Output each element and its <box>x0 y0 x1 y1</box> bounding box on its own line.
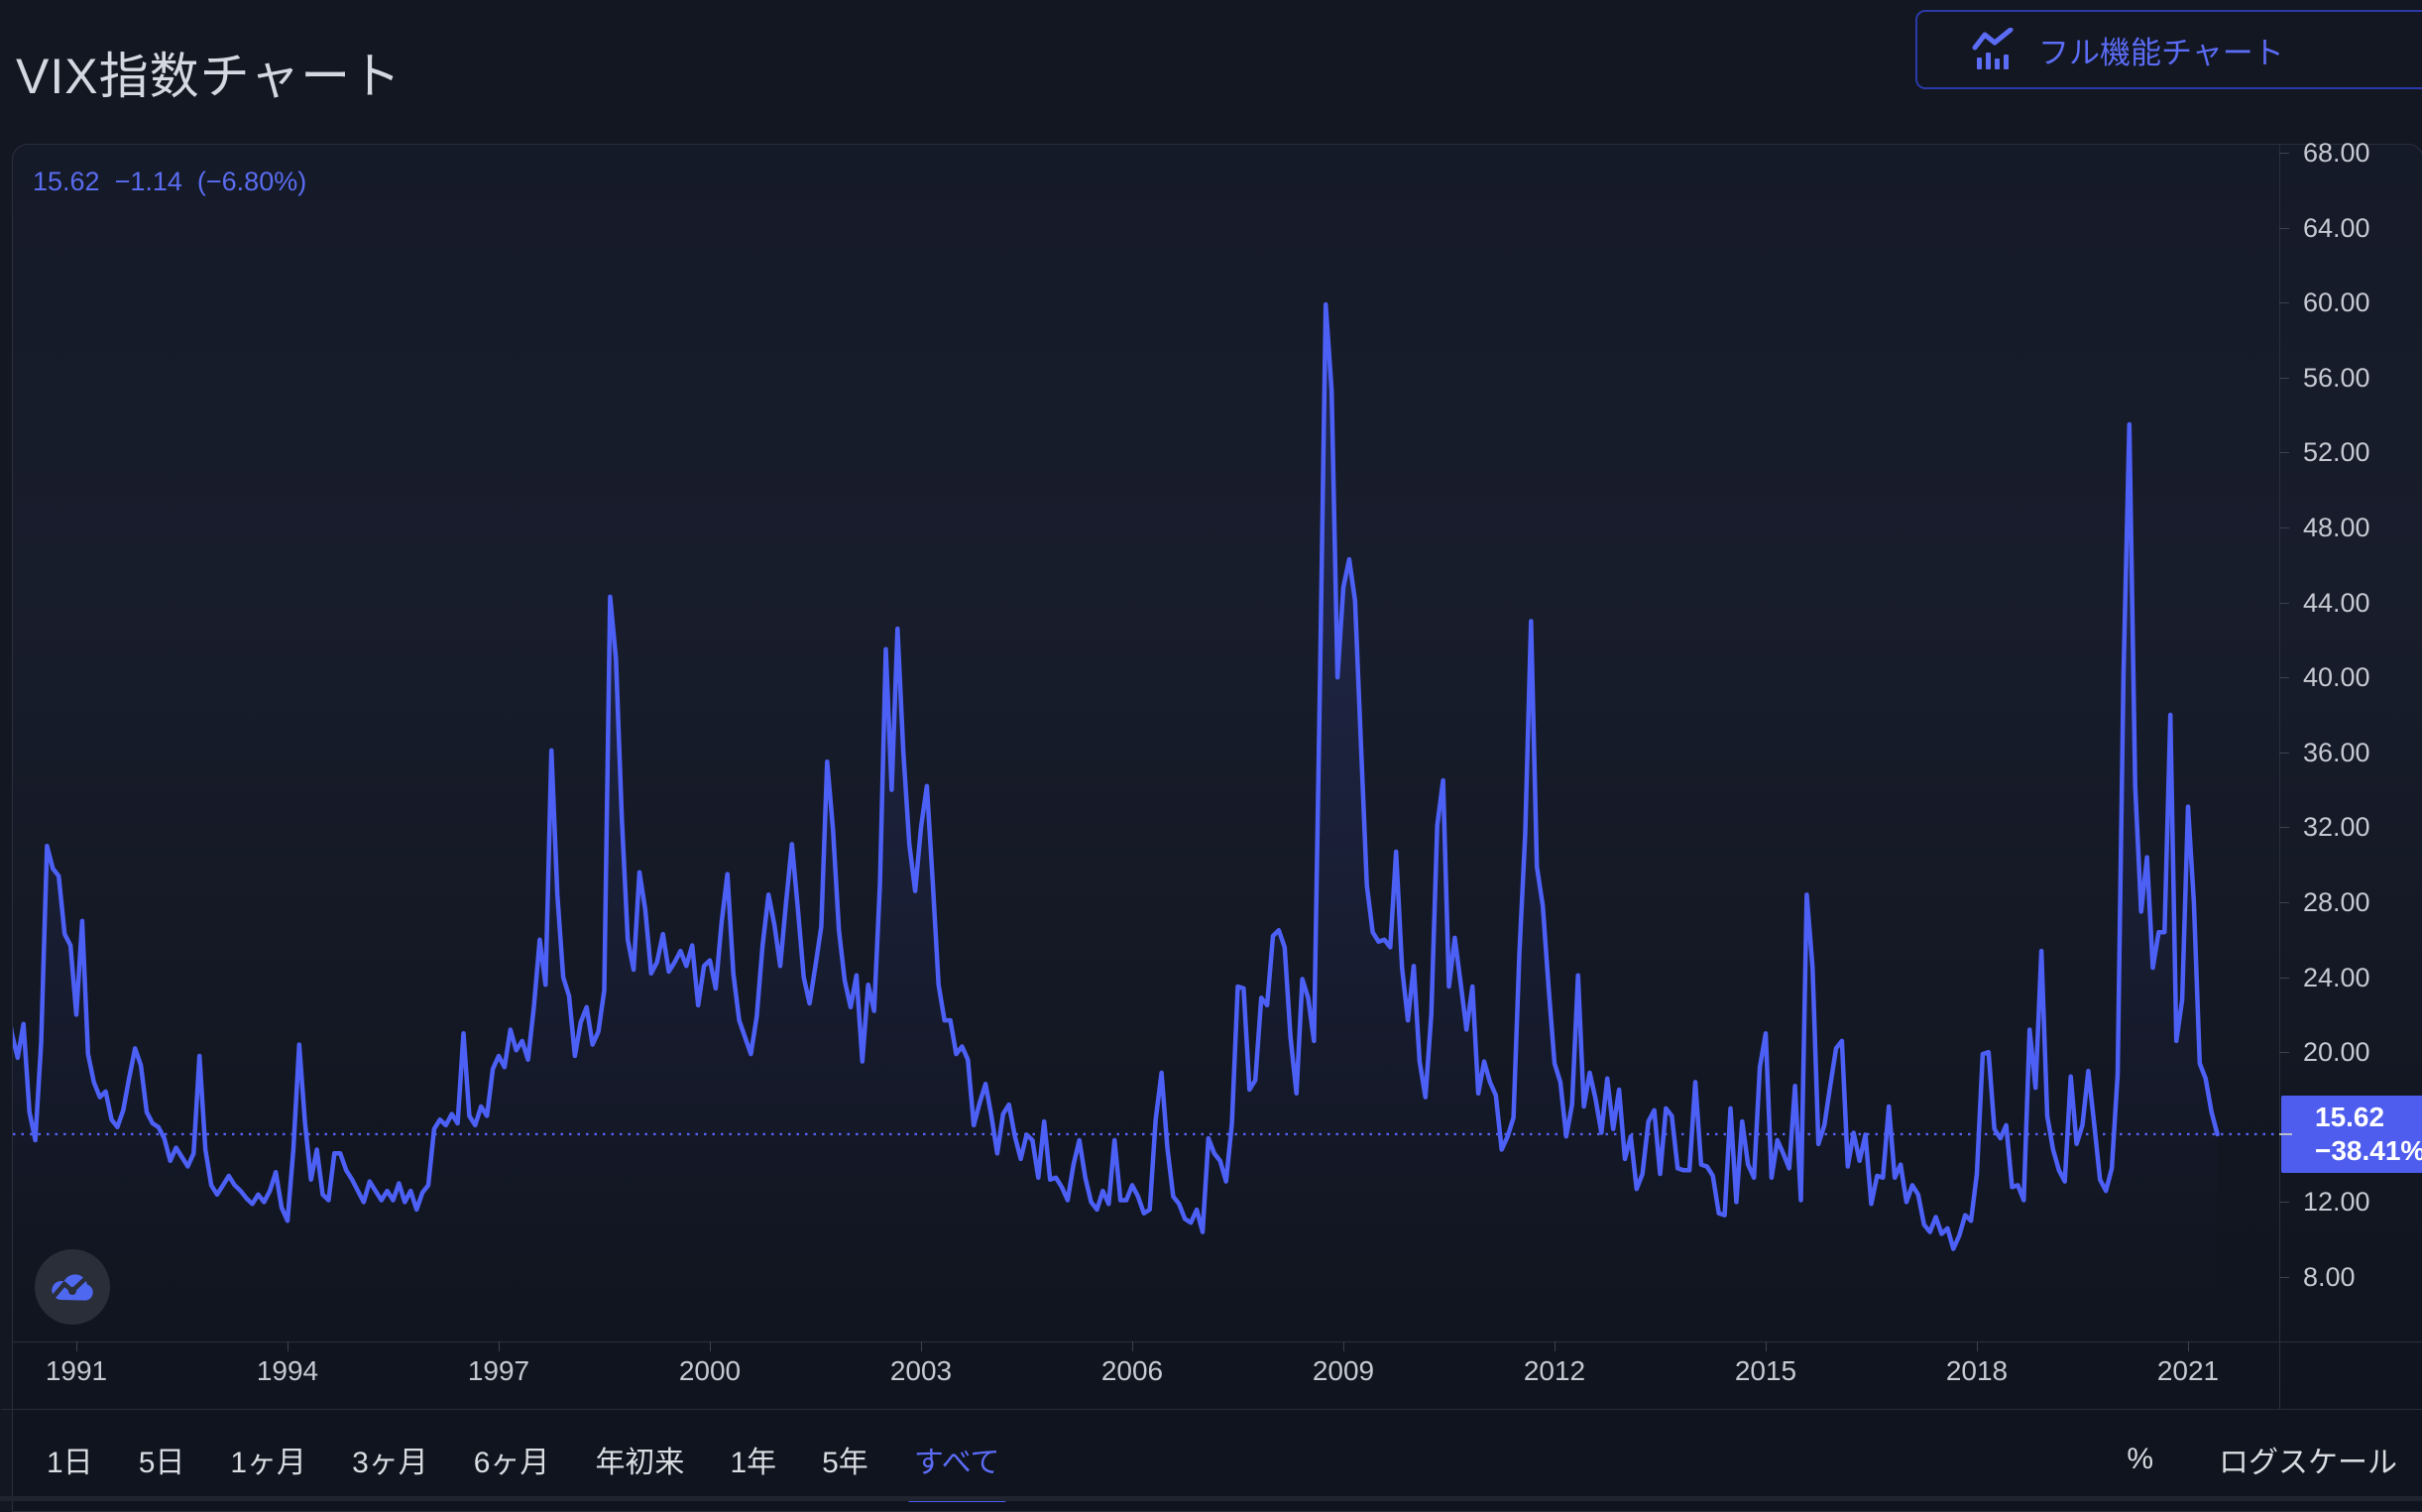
time-axis-tick <box>499 1341 500 1351</box>
time-axis-label: 2015 <box>1734 1355 1797 1386</box>
price-axis-tick <box>2279 902 2289 903</box>
time-axis-tick <box>921 1341 922 1351</box>
time-axis-label: 1997 <box>467 1355 530 1386</box>
percent-scale-button[interactable]: % <box>2127 1443 2153 1476</box>
price-axis-tick <box>2279 1052 2289 1054</box>
range-button-1ヶ月[interactable]: 1ヶ月 <box>230 1438 306 1481</box>
time-axis-label: 2021 <box>2156 1355 2220 1386</box>
price-axis-label: 32.00 <box>2303 812 2370 843</box>
range-button-すべて[interactable]: すべて <box>907 1438 1006 1502</box>
range-button-1日[interactable]: 1日 <box>47 1438 93 1481</box>
time-axis-label: 1991 <box>45 1355 108 1386</box>
full-chart-button[interactable]: フル機能チャート <box>1915 10 2422 89</box>
last-price-value: 15.62 <box>2315 1101 2385 1132</box>
time-axis-tick <box>710 1341 711 1351</box>
full-chart-button-label: フル機能チャート <box>2038 35 2284 70</box>
price-axis-tick <box>2279 227 2289 229</box>
time-axis-label: 2009 <box>1312 1355 1375 1386</box>
last-price-change-pct: −38.41% <box>2315 1134 2422 1166</box>
chart-line <box>13 301 2220 1251</box>
last-price-tick <box>2279 1132 2292 1135</box>
price-axis-label: 48.00 <box>2303 513 2370 542</box>
price-axis-label: 56.00 <box>2303 362 2370 393</box>
time-axis-label: 2000 <box>678 1355 742 1386</box>
time-axis-tick <box>1132 1341 1133 1351</box>
price-axis-label: 60.00 <box>2303 288 2370 318</box>
range-button-5日[interactable]: 5日 <box>139 1438 185 1481</box>
range-button-5年[interactable]: 5年 <box>822 1438 868 1481</box>
time-axis-label: 2006 <box>1100 1355 1164 1386</box>
price-axis-label: 44.00 <box>2303 587 2370 618</box>
range-buttons: 1日 5日 1ヶ月 3ヶ月 6ヶ月 年初来 1年 5年 すべて <box>47 1410 1006 1509</box>
time-axis-tick <box>1977 1341 1978 1351</box>
log-scale-button[interactable]: ログスケール <box>2219 1438 2397 1481</box>
price-axis-label: 36.00 <box>2303 737 2370 767</box>
price-axis-tick <box>2279 377 2289 379</box>
time-axis-label: 1994 <box>256 1355 319 1386</box>
price-axis-label: 24.00 <box>2303 962 2370 992</box>
range-button-6ヶ月[interactable]: 6ヶ月 <box>474 1438 550 1481</box>
price-axis-tick <box>2279 527 2289 528</box>
chart-widget: 15.62 −1.14 (−6.80%) 68.00 64.00 60.00 56.0… <box>1 138 2422 1512</box>
time-axis-tick <box>2188 1341 2189 1351</box>
price-axis-label: 40.00 <box>2303 662 2370 693</box>
price-axis-tick <box>2279 677 2289 679</box>
price-axis-label: 28.00 <box>2303 887 2370 917</box>
price-axis-tick <box>2279 153 2289 154</box>
price-axis-label: 68.00 <box>2303 138 2370 168</box>
chart-area-fill <box>13 304 2218 1341</box>
time-axis-line <box>13 1341 2422 1342</box>
chart-cloud-logo[interactable] <box>35 1249 110 1325</box>
range-button-3ヶ月[interactable]: 3ヶ月 <box>352 1438 428 1481</box>
price-axis-tick <box>2279 752 2289 754</box>
price-axis-tick <box>2279 452 2289 454</box>
price-axis-tick <box>2279 1202 2289 1204</box>
price-axis-tick <box>2279 827 2289 829</box>
price-chart-plot[interactable] <box>13 145 2279 1341</box>
price-axis-label: 12.00 <box>2303 1187 2370 1218</box>
price-axis-line <box>2279 145 2280 1409</box>
price-axis-tick <box>2279 602 2289 604</box>
page-title: VIX指数チャート <box>16 48 403 104</box>
time-axis-tick <box>76 1341 77 1351</box>
range-button-年初来[interactable]: 年初来 <box>595 1438 684 1481</box>
price-axis-label: 8.00 <box>2303 1262 2356 1292</box>
price-axis-tick <box>2279 1277 2289 1278</box>
scale-tools: % ログスケール <box>2127 1410 2397 1509</box>
time-axis-label: 2018 <box>1945 1355 2009 1386</box>
price-axis-tick <box>2279 302 2289 304</box>
combo-chart-icon <box>1971 28 2017 71</box>
last-price-badge: 15.62 −38.41% <box>2281 1095 2422 1173</box>
price-axis-label: 20.00 <box>2303 1037 2370 1068</box>
price-axis-tick <box>2279 977 2289 979</box>
time-axis-label: 2003 <box>889 1355 953 1386</box>
bottom-strip <box>0 1496 2422 1501</box>
price-axis-label: 52.00 <box>2303 437 2370 468</box>
price-axis-label: 64.00 <box>2303 212 2370 243</box>
time-axis-tick <box>1343 1341 1344 1351</box>
range-button-1年[interactable]: 1年 <box>730 1438 776 1481</box>
time-axis-tick <box>1766 1341 1767 1351</box>
time-axis-label: 2012 <box>1523 1355 1586 1386</box>
time-axis-tick <box>1555 1341 1556 1351</box>
